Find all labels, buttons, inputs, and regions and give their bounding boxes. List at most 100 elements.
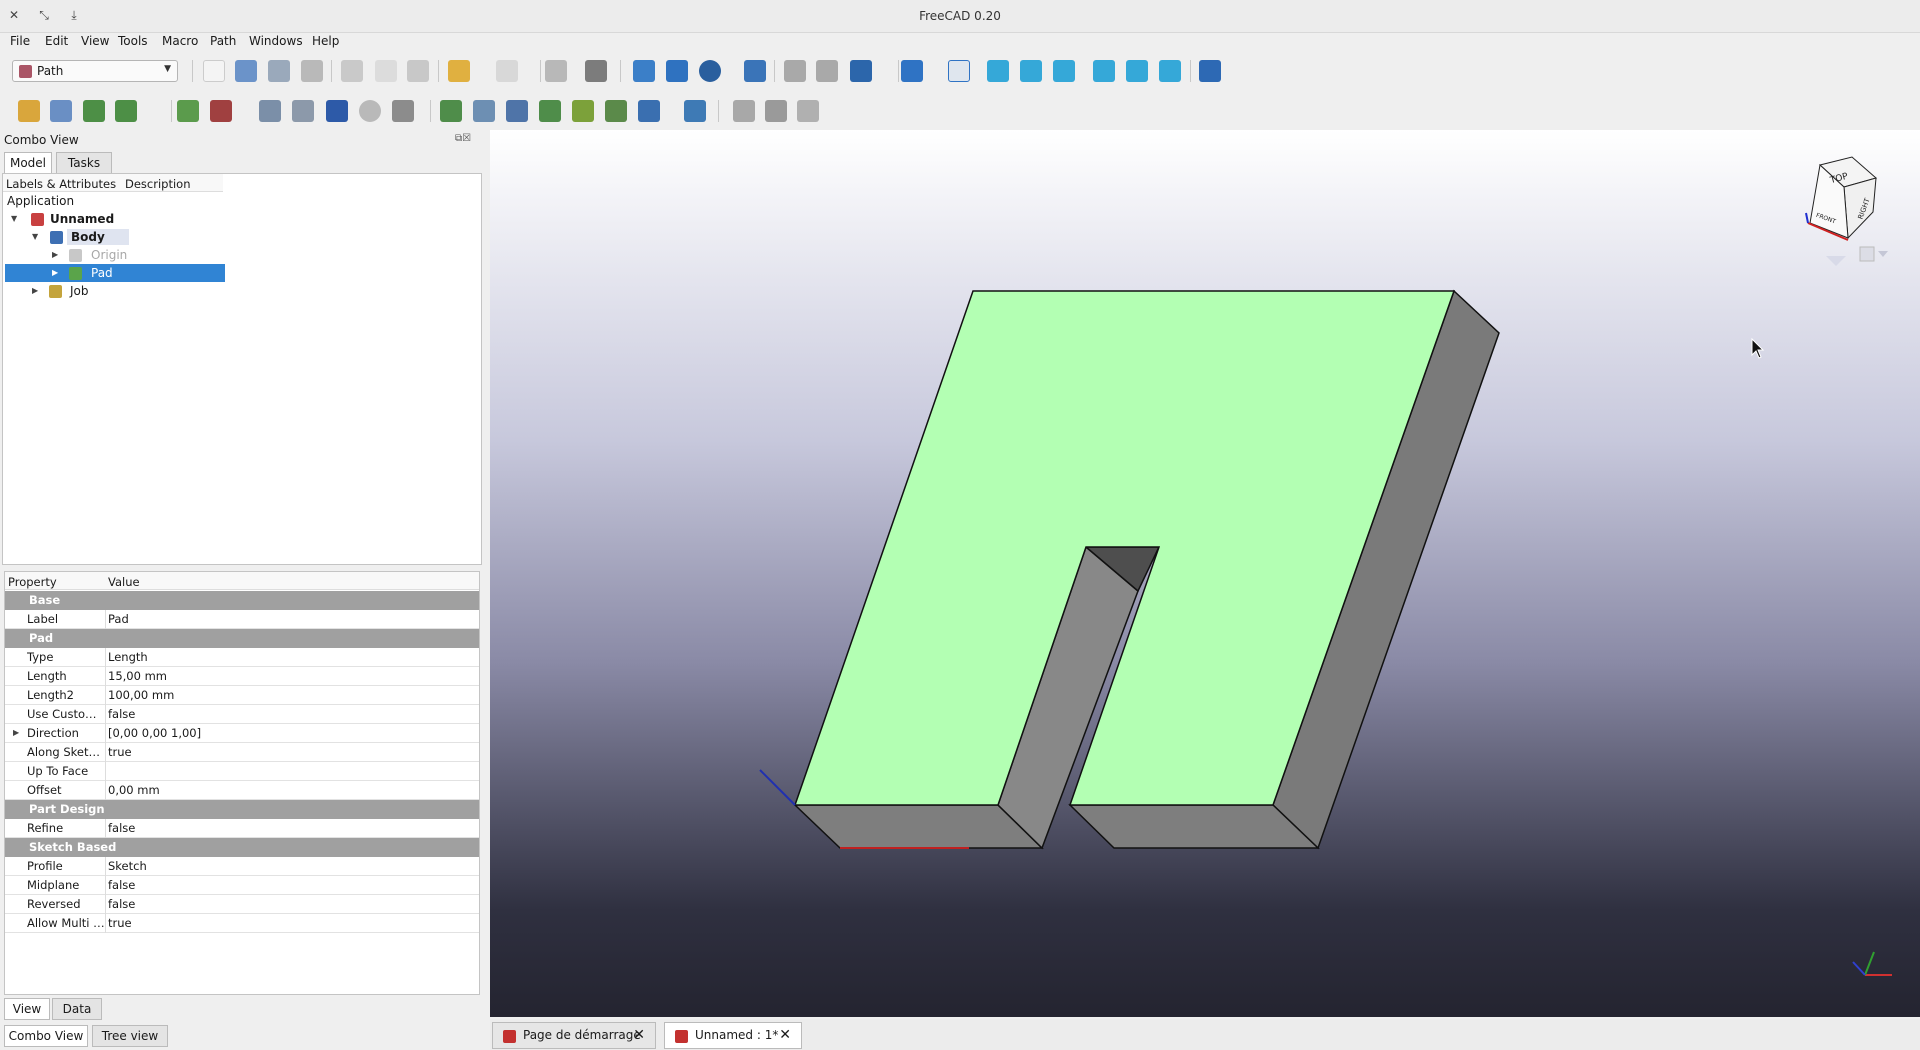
copy-icon[interactable] [375,60,397,82]
dressup-icon[interactable] [733,100,755,122]
path-job-icon[interactable] [18,100,40,122]
engrave-icon[interactable] [605,100,627,122]
undo-icon[interactable] [448,60,470,82]
property-row-midplane[interactable]: Midplane false [5,876,479,895]
tool-library-icon[interactable] [292,100,314,122]
property-row-length2[interactable]: Length2 100,00 mm [5,686,479,705]
sync-view-icon[interactable] [850,60,872,82]
property-row-use-custom[interactable]: Use Custo… false [5,705,479,724]
property-group-base[interactable]: Base [5,591,479,610]
draw-style-icon[interactable] [699,60,721,82]
slot-icon[interactable] [638,100,660,122]
expand-arrow-icon[interactable]: ▼ [32,228,38,246]
expand-arrow-icon[interactable]: ▶ [52,264,58,282]
expand-arrow-icon[interactable]: ▶ [52,246,58,264]
property-group-pad[interactable]: Pad [5,629,479,648]
property-row-label[interactable]: Label Pad [5,610,479,629]
helix-icon[interactable] [539,100,561,122]
tree-item-job[interactable]: ▶ Job [7,282,207,300]
property-row-offset[interactable]: Offset 0,00 mm [5,781,479,800]
property-value[interactable]: Pad [108,610,129,628]
menu-macro[interactable]: Macro [162,34,198,48]
pad-front-right-face[interactable] [1068,804,1320,849]
fit-all-icon[interactable] [633,60,655,82]
property-group-part-design[interactable]: Part Design [5,800,479,819]
property-row-reversed[interactable]: Reversed false [5,895,479,914]
model-view[interactable]: TOP RIGHT FRONT [490,130,1920,1017]
bounding-box-icon[interactable] [744,60,766,82]
property-value[interactable]: Sketch [108,857,147,875]
menu-edit[interactable]: Edit [45,34,68,48]
post-process-icon[interactable] [50,100,72,122]
property-row-up-to-face[interactable]: Up To Face [5,762,479,781]
redo-icon[interactable] [496,60,518,82]
tab-tree-view[interactable]: Tree view [92,1025,168,1047]
tree-item-origin[interactable]: ▶ Origin [7,246,207,264]
property-value[interactable]: true [108,914,132,932]
tab-data[interactable]: Data [52,998,102,1020]
top-view-icon[interactable] [1020,60,1042,82]
face-icon[interactable] [506,100,528,122]
back-icon[interactable] [784,60,806,82]
property-value[interactable]: false [108,819,135,837]
close-icon[interactable]: ✕ [779,1023,791,1048]
tab-start-page[interactable]: Page de démarrage ✕ [492,1022,656,1049]
measure-distance-icon[interactable] [1199,60,1221,82]
tree-header-description[interactable]: Description [125,177,191,191]
property-value[interactable]: true [108,743,132,761]
paste-icon[interactable] [407,60,429,82]
simple-copy-icon[interactable] [797,100,819,122]
bottom-view-icon[interactable] [1126,60,1148,82]
profile-icon[interactable] [440,100,462,122]
print-icon[interactable] [301,60,323,82]
tab-tasks[interactable]: Tasks [56,152,112,174]
property-header-property[interactable]: Property [8,575,57,589]
property-row-refine[interactable]: Refine false [5,819,479,838]
tab-unnamed-document[interactable]: Unnamed : 1* ✕ [664,1022,802,1049]
tool-bit-icon[interactable] [259,100,281,122]
save-document-icon[interactable] [268,60,290,82]
stop-icon[interactable] [210,100,232,122]
property-value[interactable]: Length [108,648,148,666]
front-view-icon[interactable] [987,60,1009,82]
tree-header-labels[interactable]: Labels & Attributes [6,177,116,191]
open-document-icon[interactable] [235,60,257,82]
new-document-icon[interactable] [203,60,225,82]
3d-viewport[interactable]: TOP RIGHT FRONT [490,130,1920,1017]
adaptive-icon[interactable] [572,100,594,122]
property-value[interactable]: 15,00 mm [108,667,167,685]
tree-item-body[interactable]: ▼ Body [7,228,129,246]
expand-arrow-icon[interactable]: ▶ [13,724,19,742]
menu-windows[interactable]: Windows [249,34,303,48]
menu-tools[interactable]: Tools [118,34,148,48]
whats-this-icon[interactable] [585,60,607,82]
right-view-icon[interactable] [1053,60,1075,82]
tool-dress-icon[interactable] [359,100,381,122]
menu-help[interactable]: Help [312,34,339,48]
standard-views-icon[interactable] [901,60,923,82]
property-header-value[interactable]: Value [108,575,140,589]
property-row-direction[interactable]: ▶ Direction [0,00 0,00 1,00] [5,724,479,743]
property-row-along-sketch[interactable]: Along Sket… true [5,743,479,762]
navcube-arrow-down-icon[interactable] [1826,256,1846,266]
export-template-icon[interactable] [83,100,105,122]
property-row-profile[interactable]: Profile Sketch [5,857,479,876]
left-view-icon[interactable] [1159,60,1181,82]
expand-arrow-icon[interactable]: ▶ [32,282,38,300]
property-row-length[interactable]: Length 15,00 mm [5,667,479,686]
forward-icon[interactable] [816,60,838,82]
array-icon[interactable] [765,100,787,122]
rear-view-icon[interactable] [1093,60,1115,82]
navigation-cube[interactable]: TOP RIGHT FRONT [1805,156,1888,266]
tab-combo-view[interactable]: Combo View [4,1025,88,1047]
property-value[interactable]: [0,00 0,00 1,00] [108,724,201,742]
isometric-view-icon[interactable] [948,60,970,82]
menu-view[interactable]: View [81,34,109,48]
property-row-allow-multi[interactable]: Allow Multi … true [5,914,479,933]
drill-icon[interactable] [392,100,414,122]
menu-file[interactable]: File [10,34,30,48]
property-row-type[interactable]: Type Length [5,648,479,667]
close-icon[interactable]: ✕ [633,1023,645,1048]
refresh-icon[interactable] [545,60,567,82]
tree-item-pad[interactable]: ▶ Pad [5,264,225,282]
